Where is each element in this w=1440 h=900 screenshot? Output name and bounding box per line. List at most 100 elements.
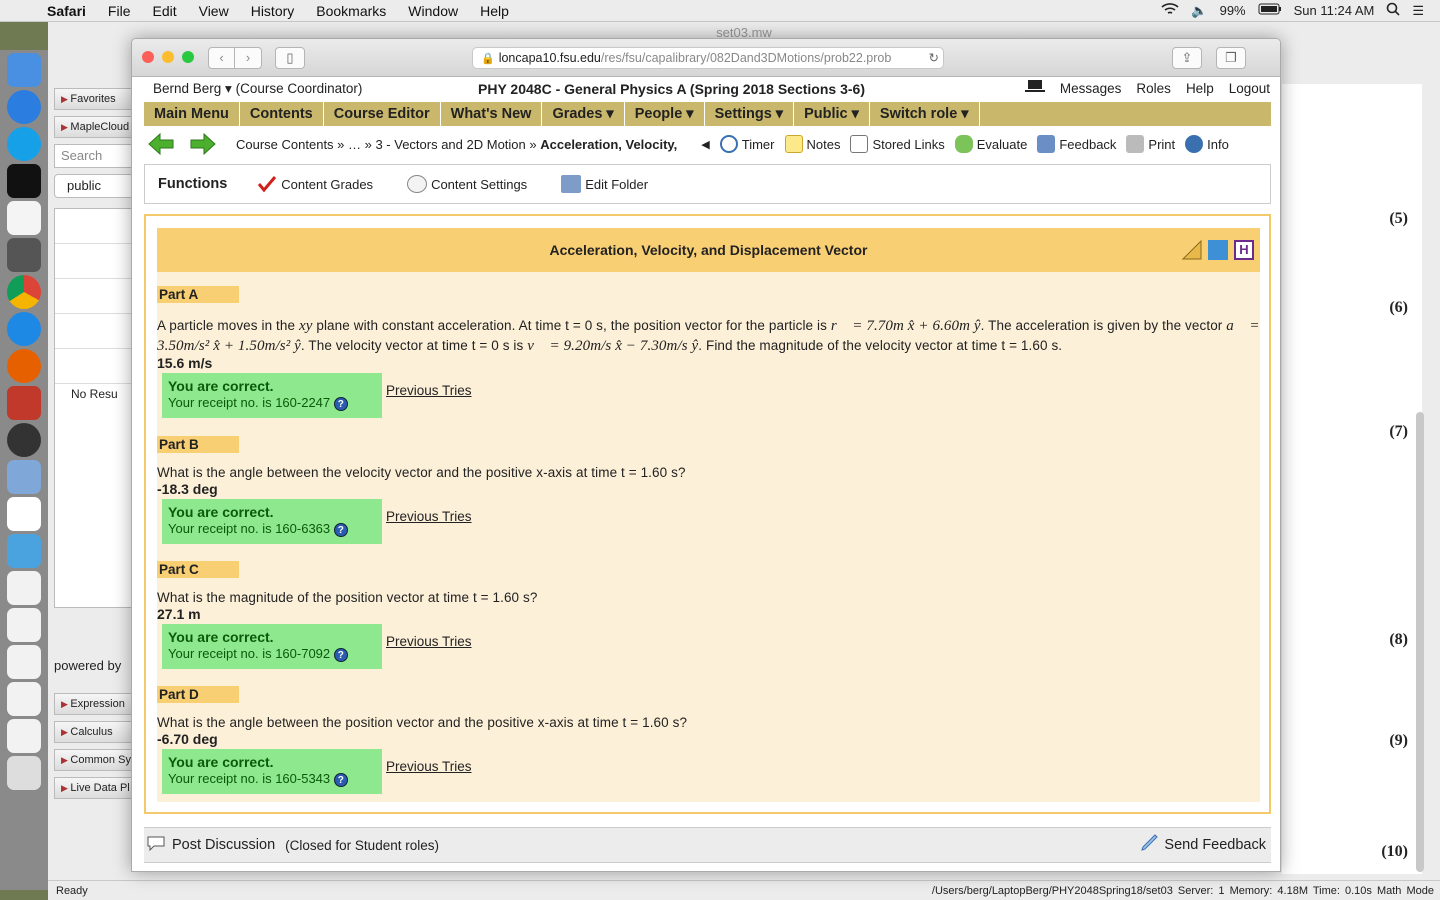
chrome-icon[interactable] — [7, 275, 41, 309]
document-icon[interactable] — [7, 645, 41, 679]
volume-icon[interactable]: 🔈 — [1191, 3, 1207, 19]
palette-maplecloud[interactable]: MapleCloud — [54, 116, 134, 138]
menu-file[interactable]: File — [97, 3, 142, 19]
maple-scrollbar[interactable] — [1416, 412, 1424, 872]
stored-links-tool[interactable]: Stored Links — [850, 135, 945, 153]
menu-bookmarks[interactable]: Bookmarks — [305, 3, 397, 19]
messages-link[interactable]: Messages — [1060, 77, 1122, 101]
menu-public[interactable]: Public ▾ — [794, 102, 870, 126]
maple-icon[interactable] — [7, 386, 41, 420]
terminal-icon[interactable] — [7, 164, 41, 198]
address-bar[interactable]: 🔒 loncapa10.fsu.edu/res/fsu/capalibrary/0… — [472, 47, 944, 69]
x11-icon[interactable] — [7, 423, 41, 457]
content-grades-link[interactable]: Content Grades — [257, 175, 373, 193]
menu-app-safari[interactable]: Safari — [36, 3, 97, 19]
menu-whats-new[interactable]: What's New — [441, 102, 543, 126]
firefox-icon[interactable] — [7, 349, 41, 383]
maple-document-area[interactable]: (5) (6) (7) (8) (9) (10) — [1282, 84, 1422, 874]
menu-main-menu[interactable]: Main Menu — [144, 102, 240, 126]
document-icon[interactable] — [7, 719, 41, 753]
share-button[interactable]: ⇪ — [1172, 47, 1202, 69]
palette-favorites[interactable]: Favorites — [54, 88, 134, 110]
spotlight-search-icon[interactable] — [1386, 2, 1400, 19]
roles-link[interactable]: Roles — [1136, 77, 1171, 101]
menu-switch-role[interactable]: Switch role ▾ — [870, 102, 980, 126]
dock — [0, 50, 48, 890]
menu-people[interactable]: People ▾ — [625, 102, 705, 126]
menu-view[interactable]: View — [188, 3, 240, 19]
menu-help[interactable]: Help — [469, 3, 520, 19]
battery-percent[interactable]: 99% — [1220, 3, 1246, 18]
menu-contents[interactable]: Contents — [240, 102, 324, 126]
previous-tries-link[interactable]: Previous Tries — [386, 759, 472, 774]
skype-icon[interactable] — [7, 127, 41, 161]
chart-icon[interactable] — [1208, 240, 1228, 260]
help-question-icon[interactable]: ? — [333, 397, 348, 411]
notification-center-icon[interactable]: ☰ — [1412, 3, 1424, 19]
clock[interactable]: Sun 11:24 AM — [1294, 3, 1375, 18]
finder-icon[interactable] — [7, 53, 41, 87]
help-question-icon[interactable]: ? — [333, 773, 348, 787]
document-icon[interactable] — [7, 571, 41, 605]
minimize-window-button[interactable] — [162, 51, 174, 63]
preview-icon[interactable] — [7, 460, 41, 494]
send-feedback-link[interactable]: Send Feedback — [1140, 834, 1266, 856]
calendar-icon[interactable] — [7, 497, 41, 531]
menu-edit[interactable]: Edit — [141, 3, 187, 19]
palette-calculus[interactable]: Calculus — [54, 721, 134, 743]
menu-settings[interactable]: Settings ▾ — [705, 102, 795, 126]
forward-button[interactable]: › — [235, 47, 262, 69]
hint-icon[interactable]: H — [1234, 240, 1254, 260]
maple-search-input[interactable]: Search — [54, 144, 134, 168]
previous-tries-link[interactable]: Previous Tries — [386, 634, 472, 649]
help-question-icon[interactable]: ? — [333, 523, 348, 537]
links-icon — [850, 135, 869, 153]
previous-tries-link[interactable]: Previous Tries — [386, 383, 472, 398]
previous-tries-link[interactable]: Previous Tries — [386, 509, 472, 524]
palette-live-data-plots[interactable]: Live Data Pl — [54, 777, 134, 799]
textedit-icon[interactable] — [7, 201, 41, 235]
next-resource-arrow-icon[interactable] — [190, 132, 216, 156]
ruler-triangle-icon[interactable] — [1181, 239, 1202, 260]
safari-icon[interactable] — [7, 312, 41, 346]
menu-window[interactable]: Window — [397, 3, 469, 19]
logout-link[interactable]: Logout — [1229, 77, 1270, 101]
edit-folder-link[interactable]: Edit Folder — [561, 175, 648, 193]
notes-tool[interactable]: Notes — [784, 135, 840, 153]
show-tabs-button[interactable]: ❐ — [1216, 47, 1246, 69]
timer-tool[interactable]: Timer — [719, 135, 775, 153]
mail-icon[interactable] — [7, 90, 41, 124]
close-window-button[interactable] — [142, 51, 154, 63]
calculator-icon[interactable] — [7, 238, 41, 272]
zoom-window-button[interactable] — [182, 51, 194, 63]
help-question-icon[interactable]: ? — [333, 648, 348, 662]
content-settings-link[interactable]: Content Settings — [407, 175, 527, 193]
trash-icon[interactable] — [7, 756, 41, 790]
collapse-arrow-icon[interactable]: ◀ — [701, 138, 709, 151]
menu-history[interactable]: History — [240, 3, 306, 19]
wifi-icon[interactable] — [1161, 2, 1179, 19]
laptop-icon[interactable] — [1024, 77, 1045, 101]
reload-icon[interactable]: ↻ — [924, 48, 939, 68]
sidebar-toggle-button[interactable]: ▯ — [275, 47, 305, 69]
folder-icon[interactable] — [7, 534, 41, 568]
breadcrumb[interactable]: Course Contents » … » 3 - Vectors and 2D… — [236, 137, 677, 152]
menu-grades[interactable]: Grades ▾ — [542, 102, 625, 126]
document-icon[interactable] — [7, 682, 41, 716]
palette-common-symbols[interactable]: Common Sy — [54, 749, 134, 771]
evaluate-tool[interactable]: Evaluate — [954, 135, 1027, 153]
back-button[interactable]: ‹ — [208, 47, 235, 69]
document-icon[interactable] — [7, 608, 41, 642]
user-role-menu[interactable]: Bernd Berg ▾ (Course Coordinator) — [153, 77, 362, 101]
previous-resource-arrow-icon[interactable] — [148, 132, 174, 156]
post-discussion-link[interactable]: Post Discussion — [172, 837, 275, 853]
battery-icon[interactable] — [1258, 3, 1282, 18]
menu-course-editor[interactable]: Course Editor — [324, 102, 441, 126]
palette-expression[interactable]: Expression — [54, 693, 134, 715]
help-link[interactable]: Help — [1186, 77, 1214, 101]
maple-public-select[interactable]: public — [54, 174, 134, 198]
print-tool[interactable]: Print — [1126, 135, 1175, 153]
feedback-tool[interactable]: Feedback — [1037, 135, 1116, 153]
info-tool[interactable]: Info — [1185, 135, 1229, 153]
breadcrumb-path[interactable]: Course Contents » … » 3 - Vectors and 2D… — [236, 137, 537, 152]
